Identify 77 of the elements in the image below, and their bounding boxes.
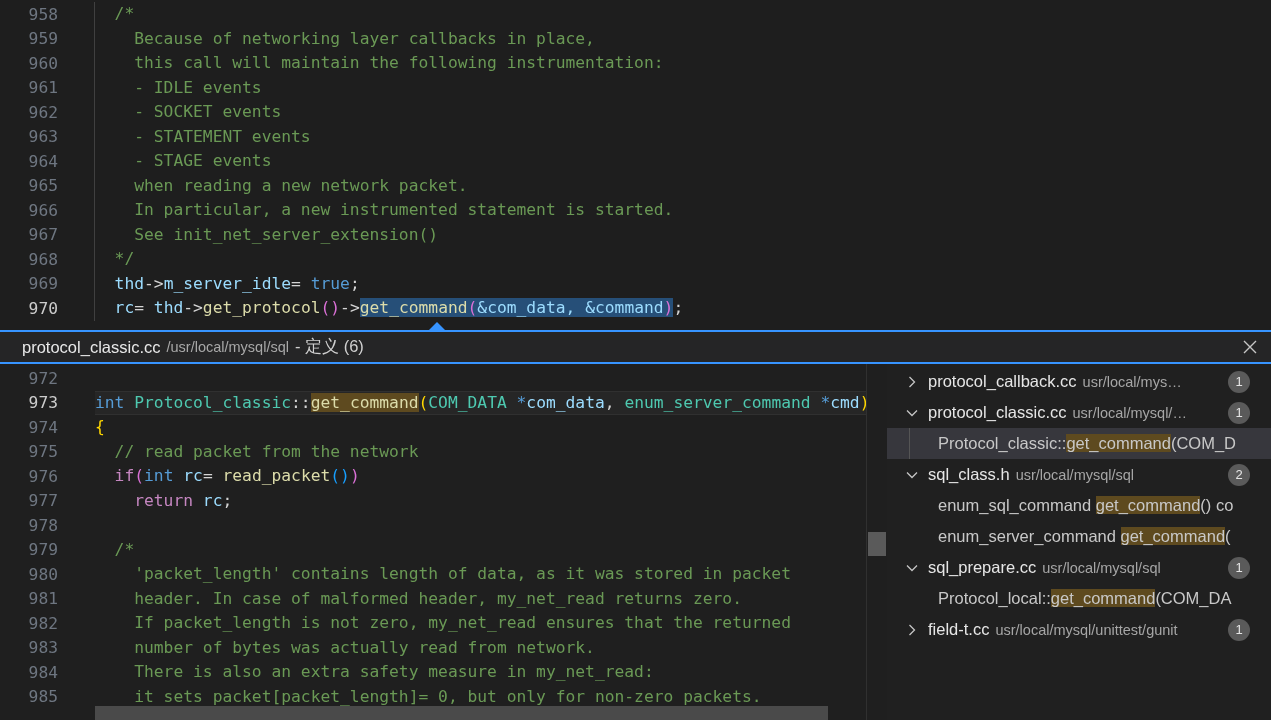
- file-name[interactable]: protocol_classic.cc: [928, 403, 1067, 422]
- line-number: 960: [27, 53, 58, 73]
- file-path: usr/local/mysql/sql: [1015, 466, 1135, 483]
- code-line: In particular, a new instrumented statement is started.: [94, 198, 1271, 223]
- code-line: There is also an extra safety measure in my_net_read:: [133, 661, 655, 683]
- line-number: 982: [27, 613, 58, 633]
- count-badge: 1: [1228, 556, 1250, 579]
- reference-line[interactable]: enum_server_command get_command(: [887, 521, 1271, 552]
- line-number: 961: [27, 78, 58, 98]
- code-line: 'packet_length' contains length of data, as it was stored in packet: [133, 563, 792, 585]
- line-number: 969: [27, 274, 58, 294]
- count-badge: 1: [1228, 370, 1250, 393]
- file-path: /usr/local/mysql/sql: [166, 339, 289, 355]
- line-number: 983: [27, 638, 58, 658]
- code-line: rc= thd->get_protocol()->get_command(&com_data, &command);: [94, 296, 1271, 321]
- peek-title: - 定义 (6): [294, 336, 364, 357]
- line-number: 965: [27, 176, 58, 196]
- code-line: header. In case of malformed header, my_net_read returns zero.: [133, 587, 743, 610]
- file-name[interactable]: field-t.cc: [928, 620, 990, 639]
- line-number: 984: [27, 662, 58, 682]
- reference-line[interactable]: enum_sql_command get_command() co: [887, 490, 1271, 521]
- chevron-icon[interactable]: [906, 623, 918, 636]
- file-name[interactable]: protocol_callback.cc: [928, 372, 1077, 391]
- code-line: */: [94, 247, 1271, 272]
- code-line: when reading a new network packet.: [94, 173, 1271, 198]
- code-line: {: [95, 416, 106, 438]
- line-number: 968: [27, 249, 58, 269]
- code-line: this call will maintain the following instrumentation:: [94, 51, 1271, 76]
- file-path: usr/local/mysql/sql: [1042, 559, 1161, 576]
- close-icon[interactable]: [1243, 340, 1257, 354]
- line-number: 981: [27, 589, 58, 609]
- code-line: - STATEMENT events: [94, 124, 1271, 149]
- chevron-icon[interactable]: [906, 375, 918, 388]
- line-number: 976: [27, 466, 58, 486]
- scrollbar-thumb[interactable]: [868, 532, 886, 556]
- line-number: 967: [27, 225, 58, 245]
- line-number: 979: [27, 540, 58, 560]
- file-name[interactable]: sql_class.h: [928, 465, 1010, 484]
- line-number: 985: [27, 687, 58, 707]
- reference-line[interactable]: Protocol_local::get_command(COM_DA: [887, 583, 1271, 614]
- line-number: 959: [27, 29, 58, 49]
- line-number: 970: [27, 298, 58, 318]
- code-line: /*: [113, 538, 136, 561]
- line-number: 972: [27, 368, 58, 388]
- line-number: 962: [27, 102, 58, 122]
- code-line: /*: [94, 2, 1271, 27]
- line-number: 974: [27, 417, 58, 437]
- code-line: if(int rc= read_packet()): [113, 465, 361, 487]
- file-name: protocol_classic.cc: [22, 337, 161, 357]
- scrollbar-thumb[interactable]: [95, 706, 828, 720]
- code-line: it sets packet[packet_length]= 0, but only for non-zero packets.: [133, 685, 763, 708]
- code-line: // read packet from the network: [113, 440, 420, 463]
- file-path: usr/local/mysql/unittest/gunit: [995, 621, 1178, 638]
- code-line: - STAGE events: [94, 149, 1271, 174]
- code-line: - SOCKET events: [94, 100, 1271, 125]
- count-badge: 1: [1228, 618, 1250, 641]
- code-line: If packet_length is not zero, my_net_read ensures that the returned: [133, 612, 792, 634]
- count-badge: 2: [1228, 463, 1250, 486]
- line-number: 963: [27, 127, 58, 147]
- code-line: See init_net_server_extension(): [94, 222, 1271, 247]
- line-number: 975: [27, 442, 58, 462]
- line-number: 978: [27, 515, 58, 535]
- code-line: - IDLE events: [94, 75, 1271, 100]
- line-number: 977: [27, 491, 58, 511]
- code-line: Because of networking layer callbacks in place,: [94, 26, 1271, 51]
- file-name[interactable]: sql_prepare.cc: [928, 558, 1037, 577]
- line-number: 964: [27, 151, 58, 171]
- file-path: usr/local/mys…: [1082, 373, 1182, 390]
- code-line: number of bytes was actually read from network.: [133, 636, 596, 659]
- line-number: 973: [27, 393, 58, 413]
- line-number: 966: [27, 200, 58, 220]
- code-line: return rc;: [133, 489, 234, 512]
- count-badge: 1: [1228, 401, 1250, 424]
- file-path: usr/local/mysql/…: [1072, 404, 1187, 421]
- code-line: thd->m_server_idle= true;: [94, 271, 1271, 296]
- line-number: 980: [27, 564, 58, 584]
- line-number: 958: [27, 4, 58, 24]
